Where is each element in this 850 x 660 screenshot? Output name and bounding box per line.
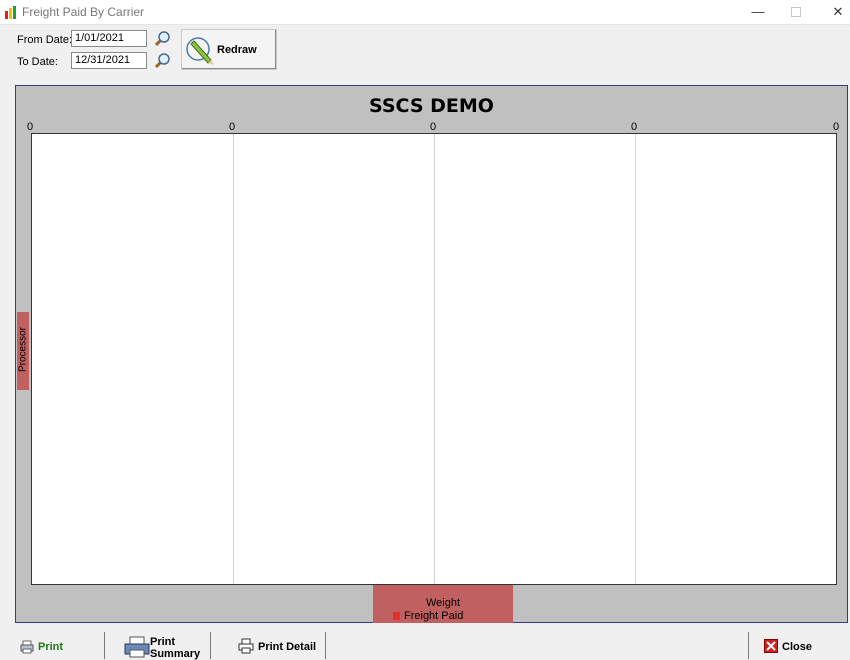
chart-title: SSCS DEMO	[369, 95, 494, 117]
x-tick-label: 0	[631, 121, 638, 133]
print-detail-button[interactable]: Print Detail	[211, 632, 326, 659]
close-icon	[764, 639, 778, 653]
legend-box: Weight Freight Paid	[373, 585, 513, 623]
printer-icon	[20, 640, 34, 654]
gridline	[635, 134, 636, 584]
print-button[interactable]: Print	[0, 632, 105, 659]
print-summary-label-line2: Summary	[150, 648, 201, 660]
printer-icon	[238, 638, 254, 654]
plot-area	[31, 133, 837, 585]
print-summary-label-line1: Print	[150, 636, 176, 648]
gridline	[233, 134, 234, 584]
from-date-field[interactable]: 1/01/2021	[71, 30, 147, 47]
from-date-label: From Date:	[17, 34, 73, 46]
redraw-button[interactable]: Redraw	[181, 29, 277, 70]
x-tick-label: 0	[430, 121, 437, 133]
close-label: Close	[782, 641, 812, 653]
to-date-field[interactable]: 12/31/2021	[71, 52, 147, 69]
close-window-button[interactable]: ✕	[828, 3, 848, 21]
bottom-toolbar: Print Print Summary Print Detail Close	[0, 632, 850, 660]
redraw-label: Redraw	[217, 44, 257, 56]
maximize-icon	[791, 7, 801, 17]
y-axis-label-tag: Processor	[17, 312, 29, 390]
close-button[interactable]: Close	[748, 632, 850, 659]
pencil-icon	[186, 37, 214, 65]
to-date-lookup-icon[interactable]	[153, 52, 171, 70]
printer-icon	[124, 636, 150, 658]
legend-item-freight-paid: Freight Paid	[404, 610, 464, 622]
legend-swatch-freight-paid	[393, 612, 400, 620]
x-tick-label: 0	[833, 121, 840, 133]
to-date-label: To Date:	[17, 56, 58, 68]
maximize-button[interactable]	[786, 3, 806, 21]
y-axis-label: Processor	[17, 327, 29, 373]
x-axis-label: Weight	[425, 597, 461, 609]
title-bar: Freight Paid By Carrier — ✕	[0, 0, 850, 25]
window-title: Freight Paid By Carrier	[22, 5, 145, 19]
print-summary-button[interactable]: Print Summary	[105, 632, 211, 660]
from-date-lookup-icon[interactable]	[153, 30, 171, 48]
x-tick-label: 0	[27, 121, 34, 133]
chart-panel: SSCS DEMO 0 0 0 0 0 Processor Weight Fre…	[15, 85, 848, 623]
x-tick-label: 0	[229, 121, 236, 133]
gridline	[434, 134, 435, 584]
print-label: Print	[38, 641, 64, 653]
print-detail-label: Print Detail	[258, 641, 317, 653]
chart-app-icon	[5, 6, 16, 19]
minimize-button[interactable]: —	[748, 3, 768, 21]
